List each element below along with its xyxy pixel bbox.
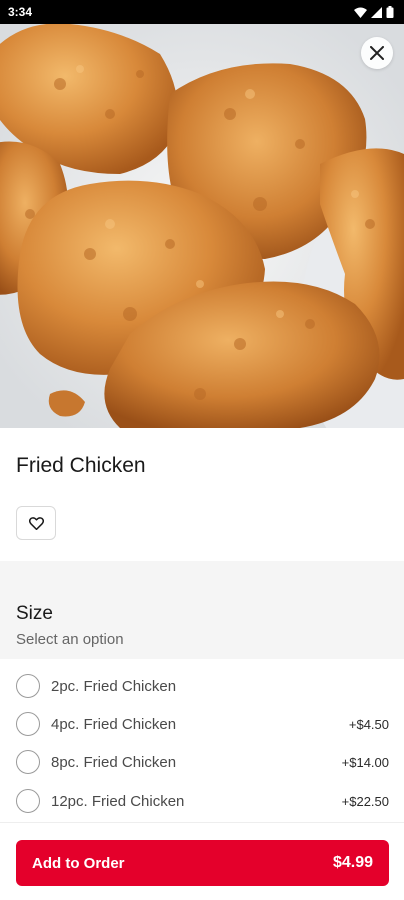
option-label: 2pc. Fried Chicken xyxy=(51,677,177,695)
order-total-price: $4.99 xyxy=(332,854,373,871)
radio-button[interactable] xyxy=(16,712,40,736)
option-label: 12pc. Fried Chicken xyxy=(51,792,185,810)
option-label: 8pc. Fried Chicken xyxy=(51,753,177,771)
radio-button[interactable] xyxy=(16,750,40,774)
favorite-button[interactable] xyxy=(16,506,56,540)
size-option[interactable]: 12pc. Fried Chicken +$22.50 xyxy=(0,782,404,820)
product-image xyxy=(0,24,404,428)
option-price: +$14.00 xyxy=(341,754,389,770)
size-section-header: Size Select an option xyxy=(0,561,404,659)
option-price: +$4.50 xyxy=(348,716,389,732)
fried-chicken-photo xyxy=(0,24,404,428)
close-icon xyxy=(370,46,384,60)
add-to-order-label: Add to Order xyxy=(32,854,125,872)
size-option[interactable]: 8pc. Fried Chicken +$14.00 xyxy=(0,743,404,781)
status-time: 3:34 xyxy=(8,5,33,19)
size-option[interactable]: 2pc. Fried Chicken xyxy=(0,667,404,705)
radio-button[interactable] xyxy=(16,789,40,813)
wifi-icon xyxy=(354,7,367,18)
status-icons xyxy=(354,6,394,18)
status-bar: 3:34 xyxy=(0,0,404,24)
product-title: Fried Chicken xyxy=(16,454,146,477)
signal-icon xyxy=(371,6,382,18)
option-price: +$22.50 xyxy=(341,793,389,809)
battery-icon xyxy=(386,6,394,18)
size-subtitle: Select an option xyxy=(16,631,124,648)
option-label: 4pc. Fried Chicken xyxy=(51,715,177,733)
size-option[interactable]: 4pc. Fried Chicken +$4.50 xyxy=(0,705,404,743)
size-title: Size xyxy=(16,603,53,624)
add-to-order-button[interactable]: Add to Order $4.99 xyxy=(16,840,389,886)
close-button[interactable] xyxy=(361,37,393,69)
radio-button[interactable] xyxy=(16,674,40,698)
heart-icon xyxy=(28,516,44,530)
bottom-bar: Add to Order $4.99 xyxy=(0,822,404,900)
